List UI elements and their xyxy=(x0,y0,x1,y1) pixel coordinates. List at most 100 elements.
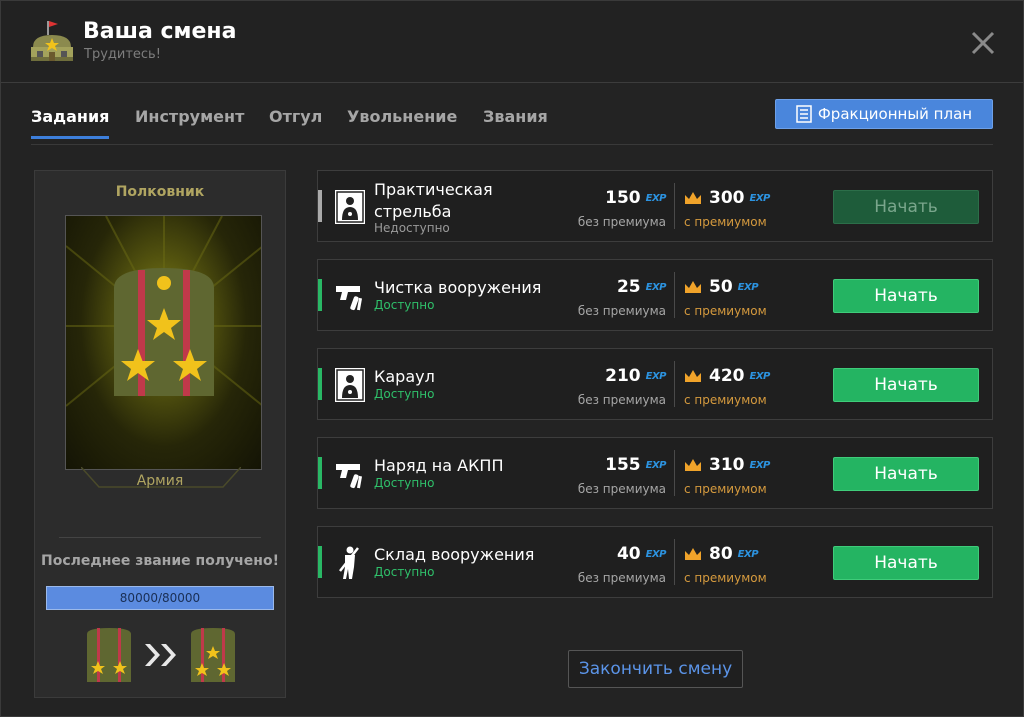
exp-base-value: 40 xyxy=(616,544,641,564)
exp-premium-value: 420 xyxy=(709,366,745,386)
start-task-button[interactable]: Начать xyxy=(833,190,979,224)
divider xyxy=(59,537,261,538)
last-rank-message: Последнее звание получено! xyxy=(41,553,279,569)
window-title: Ваша смена xyxy=(83,19,237,44)
base-label: без премиума xyxy=(577,393,666,407)
exp-divider xyxy=(674,539,675,585)
rank-progress-text: 80000/80000 xyxy=(119,591,201,605)
exp-premium-value: 310 xyxy=(709,455,745,475)
start-task-button[interactable]: Начать xyxy=(833,279,979,313)
start-task-button[interactable]: Начать xyxy=(833,546,979,580)
premium-label: с премиумом xyxy=(684,571,767,585)
exp-base-value: 155 xyxy=(605,455,641,475)
task-status-stripe xyxy=(318,368,322,400)
tab-tasks[interactable]: Задания xyxy=(31,107,110,139)
exp-tag: EXP xyxy=(645,459,667,471)
window-header: Ваша смена Трудитесь! xyxy=(1,1,1023,83)
task-name: Склад вооружения xyxy=(374,545,535,564)
exp-divider xyxy=(674,450,675,496)
rank-panel: Полковник Армия Последнее звание получен… xyxy=(34,170,286,698)
exp-base: 210 EXP xyxy=(605,366,666,386)
tab-ranks[interactable]: Звания xyxy=(483,107,548,138)
exp-premium: 80 EXP xyxy=(684,544,759,564)
exp-base-value: 210 xyxy=(605,366,641,386)
rank-transition xyxy=(87,628,235,682)
crown-icon xyxy=(685,459,701,471)
exp-tag: EXP xyxy=(737,281,759,293)
exp-divider xyxy=(674,183,675,229)
base-label: без премиума xyxy=(577,215,666,229)
task-status: Недоступно xyxy=(374,221,450,235)
exp-premium-value: 300 xyxy=(709,188,745,208)
base-label: без премиума xyxy=(577,571,666,585)
task-name: Чистка вооружения xyxy=(374,278,542,297)
start-task-button[interactable]: Начать xyxy=(833,457,979,491)
premium-label: с премиумом xyxy=(684,482,767,496)
task-row: Склад вооружения Доступно 40 EXP без пре… xyxy=(317,526,993,598)
tab-resignation[interactable]: Увольнение xyxy=(347,107,457,138)
exp-premium-value: 80 xyxy=(709,544,733,564)
crown-icon xyxy=(685,370,701,382)
exp-tag: EXP xyxy=(645,192,667,204)
base-label: без премиума xyxy=(577,482,666,496)
checklist-icon xyxy=(796,105,812,123)
exp-base: 150 EXP xyxy=(605,188,666,208)
tab-tools[interactable]: Инструмент xyxy=(135,107,244,138)
exp-premium-value: 50 xyxy=(709,277,733,297)
exp-base: 155 EXP xyxy=(605,455,666,475)
shift-window: Ваша смена Трудитесь! Задания Инструмент… xyxy=(0,0,1024,717)
task-status: Доступно xyxy=(374,298,435,312)
exp-premium: 420 EXP xyxy=(684,366,770,386)
exp-base: 40 EXP xyxy=(616,544,667,564)
exp-premium: 310 EXP xyxy=(684,455,770,475)
exp-divider xyxy=(674,272,675,318)
rank-progress-bar: 80000/80000 xyxy=(46,586,274,610)
task-row: Караул Доступно 210 EXP без премиума 420… xyxy=(317,348,993,420)
window-subtitle: Трудитесь! xyxy=(84,47,161,62)
rank-name: Полковник xyxy=(115,184,205,200)
task-status: Доступно xyxy=(374,565,435,579)
task-status: Доступно xyxy=(374,387,435,401)
pistol-cleaning-icon xyxy=(334,278,366,314)
task-status: Доступно xyxy=(374,476,435,490)
crown-icon xyxy=(685,281,701,293)
exp-premium: 300 EXP xyxy=(684,188,770,208)
close-icon[interactable] xyxy=(967,27,999,59)
premium-label: с премиумом xyxy=(684,215,767,229)
tab-day-off[interactable]: Отгул xyxy=(269,107,322,138)
task-row: Наряд на АКПП Доступно 155 EXP без преми… xyxy=(317,437,993,509)
rank-insignia-card xyxy=(65,215,262,470)
soldier-rifle-icon xyxy=(334,545,366,581)
crown-icon xyxy=(685,192,701,204)
double-chevron-right-icon xyxy=(145,644,176,666)
premium-label: с премиумом xyxy=(684,304,767,318)
task-name: Практическая стрельба xyxy=(374,180,493,221)
pistol-cleaning-icon xyxy=(334,456,366,492)
finish-shift-button[interactable]: Закончить смену xyxy=(568,650,743,688)
task-name: Наряд на АКПП xyxy=(374,456,504,475)
exp-tag: EXP xyxy=(749,192,771,204)
start-task-button[interactable]: Начать xyxy=(833,368,979,402)
colonel-shoulder-board-icon xyxy=(66,216,261,407)
base-label: без премиума xyxy=(577,304,666,318)
faction-plan-button[interactable]: Фракционный план xyxy=(775,99,993,129)
exp-divider xyxy=(674,361,675,407)
exp-tag: EXP xyxy=(645,281,667,293)
crown-icon xyxy=(685,548,701,560)
rank-branch: Армия xyxy=(136,473,184,489)
task-status-stripe xyxy=(318,457,322,489)
premium-label: с премиумом xyxy=(684,393,767,407)
exp-tag: EXP xyxy=(749,370,771,382)
exp-base-value: 25 xyxy=(616,277,641,297)
current-rank-icon xyxy=(87,628,131,682)
barracks-icon xyxy=(31,21,73,61)
next-rank-icon xyxy=(191,628,235,682)
task-status-stripe xyxy=(318,546,322,578)
task-row: Чистка вооружения Доступно 25 EXP без пр… xyxy=(317,259,993,331)
shooting-target-icon xyxy=(334,189,366,225)
exp-tag: EXP xyxy=(749,459,771,471)
task-row: Практическая стрельба Недоступно 150 EXP … xyxy=(317,170,993,242)
exp-base-value: 150 xyxy=(605,188,641,208)
exp-tag: EXP xyxy=(645,548,667,560)
exp-tag: EXP xyxy=(737,548,759,560)
